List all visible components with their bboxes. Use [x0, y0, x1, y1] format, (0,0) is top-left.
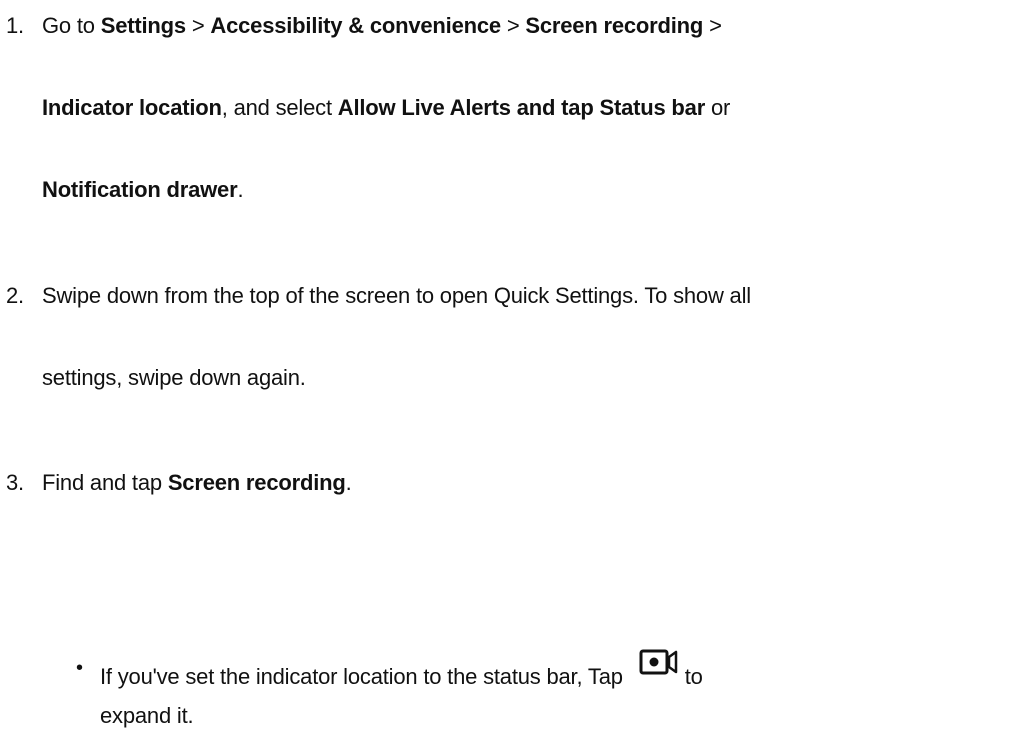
- step-2-line-2: settings, swipe down again.: [42, 365, 306, 390]
- step-3-line-1: Find and tap Screen recording.: [42, 470, 352, 495]
- step-1-line-1: Go to Settings > Accessibility & conveni…: [42, 13, 722, 38]
- screen-recording-tile: Screen recording: [167, 470, 346, 495]
- step-number: 1.: [6, 13, 24, 38]
- bullet-marker: •: [76, 657, 83, 679]
- screen-recording-menu-path: Screen recording: [525, 13, 704, 38]
- step-number: 2.: [6, 283, 24, 308]
- step-2-line-1: Swipe down from the top of the screen to…: [42, 283, 751, 308]
- step-1-line-3: Notification drawer.: [42, 177, 244, 202]
- accessibility-menu-path: Accessibility & convenience: [210, 13, 501, 38]
- notification-drawer-option: Notification drawer: [42, 177, 238, 202]
- bullet-line-1: If you've set the indicator location to …: [100, 649, 703, 691]
- step-1-line-2: Indicator location, and select Allow Liv…: [42, 95, 731, 120]
- screen-record-camera-icon: [639, 648, 679, 678]
- allow-live-alerts-option: Allow Live Alerts and tap Status bar: [337, 95, 706, 120]
- indicator-location-option: Indicator location: [42, 95, 222, 120]
- bullet-line-2: expand it.: [100, 703, 194, 728]
- instruction-document: 1. Go to Settings > Accessibility & conv…: [0, 0, 1022, 744]
- step-number: 3.: [6, 470, 24, 495]
- settings-menu-path: Settings: [100, 13, 186, 38]
